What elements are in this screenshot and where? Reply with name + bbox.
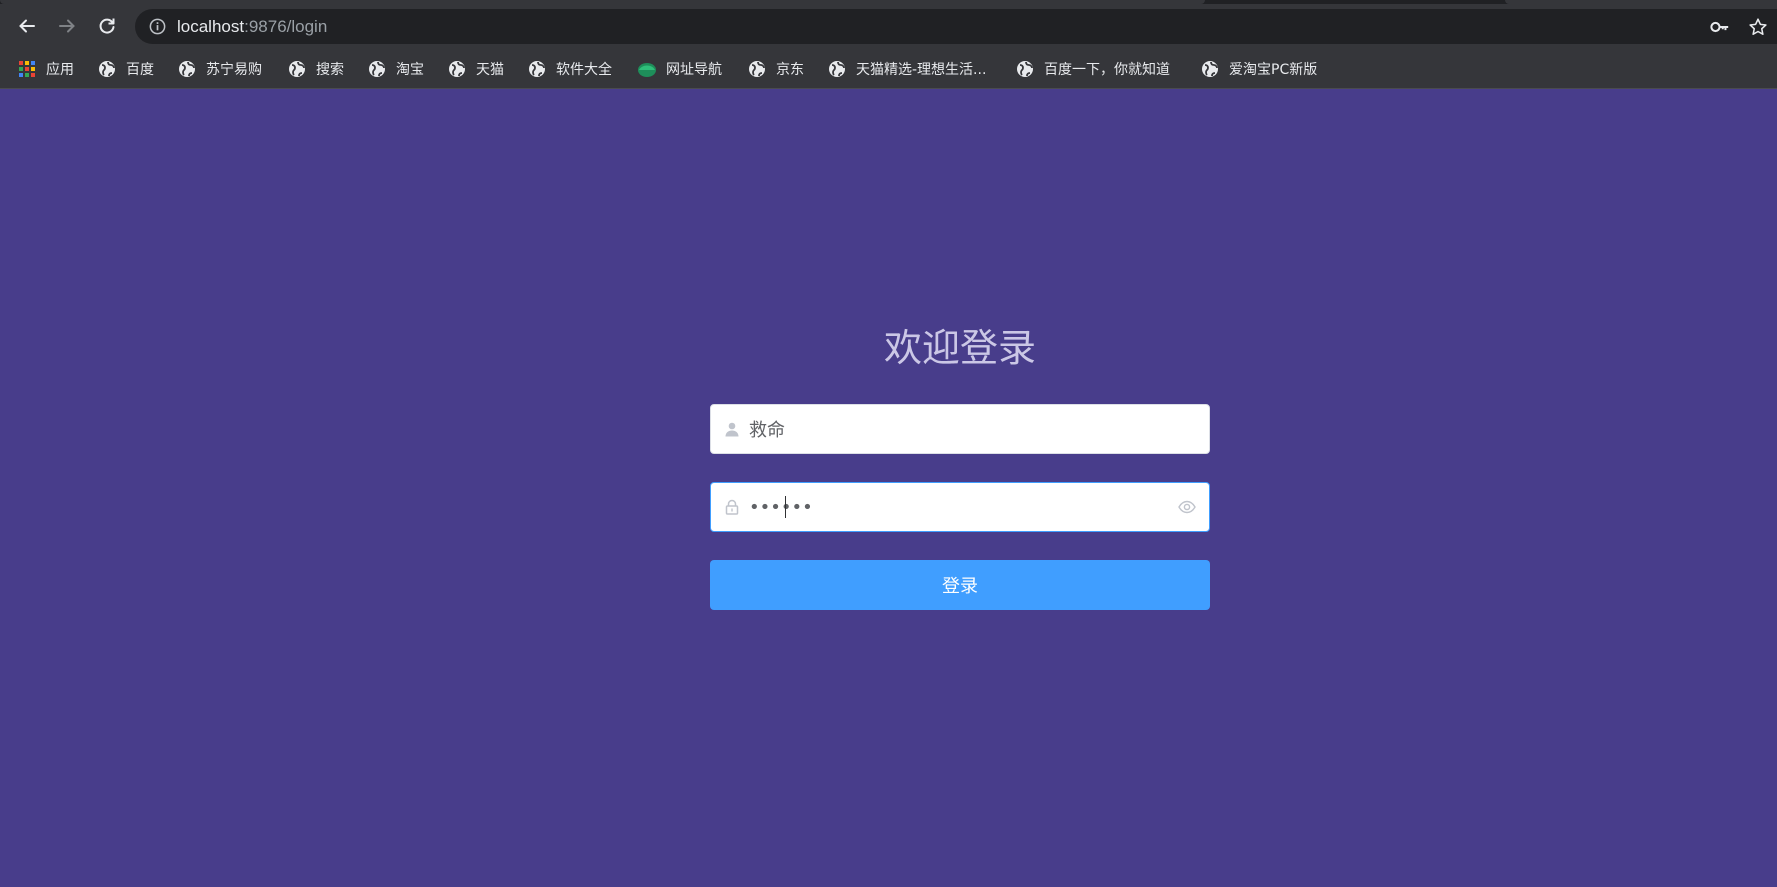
globe-icon <box>829 61 845 77</box>
globe-icon <box>99 61 115 77</box>
bookmark-label: 京东 <box>776 62 804 78</box>
login-title: 欢迎登录 <box>883 326 1036 370</box>
back-button[interactable] <box>11 10 43 42</box>
username-input[interactable] <box>749 406 1169 452</box>
bookmark-label: 应用 <box>46 62 74 78</box>
bookmark-label: 爱淘宝PC新版 <box>1229 62 1318 78</box>
url-path: :9876/login <box>244 17 328 36</box>
bookmark-tmall-select[interactable]: 天猫精选-理想生活... <box>828 51 986 87</box>
bookmark-label: 软件大全 <box>556 62 612 78</box>
bookmark-jd[interactable]: 京东 <box>748 51 804 87</box>
tab-strip <box>0 0 1777 4</box>
globe-icon <box>749 61 765 77</box>
bookmark-label: 天猫 <box>476 62 504 78</box>
reload-button[interactable] <box>91 10 123 42</box>
user-icon <box>725 422 739 437</box>
active-tab-edge[interactable] <box>0 0 1205 4</box>
bookmark-search[interactable]: 搜索 <box>288 51 344 87</box>
bookmark-baidu-search[interactable]: 百度一下，你就知道 <box>1016 51 1170 87</box>
text-cursor <box>785 496 786 518</box>
bookmark-label: 百度 <box>126 62 154 78</box>
bookmark-taobao[interactable]: 淘宝 <box>368 51 424 87</box>
bookmark-star-icon[interactable] <box>1747 16 1769 38</box>
password-field[interactable] <box>710 482 1210 532</box>
login-button[interactable]: 登录 <box>710 560 1210 610</box>
globe-icon <box>529 61 545 77</box>
key-icon[interactable] <box>1710 18 1730 36</box>
globe-icon <box>369 61 385 77</box>
tab-edge[interactable] <box>1505 0 1777 4</box>
site-logo-icon <box>638 63 656 77</box>
bookmark-label: 百度一下，你就知道 <box>1044 62 1170 78</box>
arrow-right-icon <box>59 19 75 33</box>
site-info-icon[interactable] <box>148 17 167 36</box>
password-input[interactable] <box>749 484 1169 530</box>
globe-icon <box>1202 61 1218 77</box>
bookmark-label: 天猫精选-理想生活... <box>856 62 987 78</box>
username-field[interactable] <box>710 404 1210 454</box>
reload-icon <box>99 18 115 34</box>
bookmark-label: 搜索 <box>316 62 344 78</box>
globe-icon <box>1017 61 1033 77</box>
globe-icon <box>179 61 195 77</box>
bookmark-tmall[interactable]: 天猫 <box>448 51 504 87</box>
show-password-eye-icon[interactable] <box>1178 499 1196 515</box>
bookmark-baidu[interactable]: 百度 <box>98 51 154 87</box>
bookmark-navigation[interactable]: 网址导航 <box>638 51 722 87</box>
globe-icon <box>289 61 305 77</box>
bookmark-apps[interactable]: 应用 <box>18 51 74 87</box>
arrow-left-icon <box>19 19 35 33</box>
url-host: localhost <box>177 17 245 36</box>
browser-toolbar: localhost:9876/login <box>0 0 1777 51</box>
globe-icon <box>449 61 465 77</box>
forward-button[interactable] <box>51 10 83 42</box>
bookmark-label: 苏宁易购 <box>206 62 262 78</box>
url-text[interactable]: localhost:9876/login <box>177 17 327 37</box>
bookmark-label: 网址导航 <box>666 62 722 78</box>
bookmark-suning[interactable]: 苏宁易购 <box>178 51 262 87</box>
bookmark-label: 淘宝 <box>396 62 424 78</box>
bookmarks-bar: 应用 百度 苏宁易购 搜索 淘宝 天猫 软件大全 网址导航 京东 天猫精选-理想… <box>0 51 1777 89</box>
address-bar[interactable]: localhost:9876/login <box>135 9 1777 44</box>
bookmark-software[interactable]: 软件大全 <box>528 51 612 87</box>
lock-icon <box>725 499 739 515</box>
apps-grid-icon <box>19 61 35 77</box>
login-page: 欢迎登录 登录 <box>0 89 1777 887</box>
bookmark-aitaobao[interactable]: 爱淘宝PC新版 <box>1201 51 1317 87</box>
